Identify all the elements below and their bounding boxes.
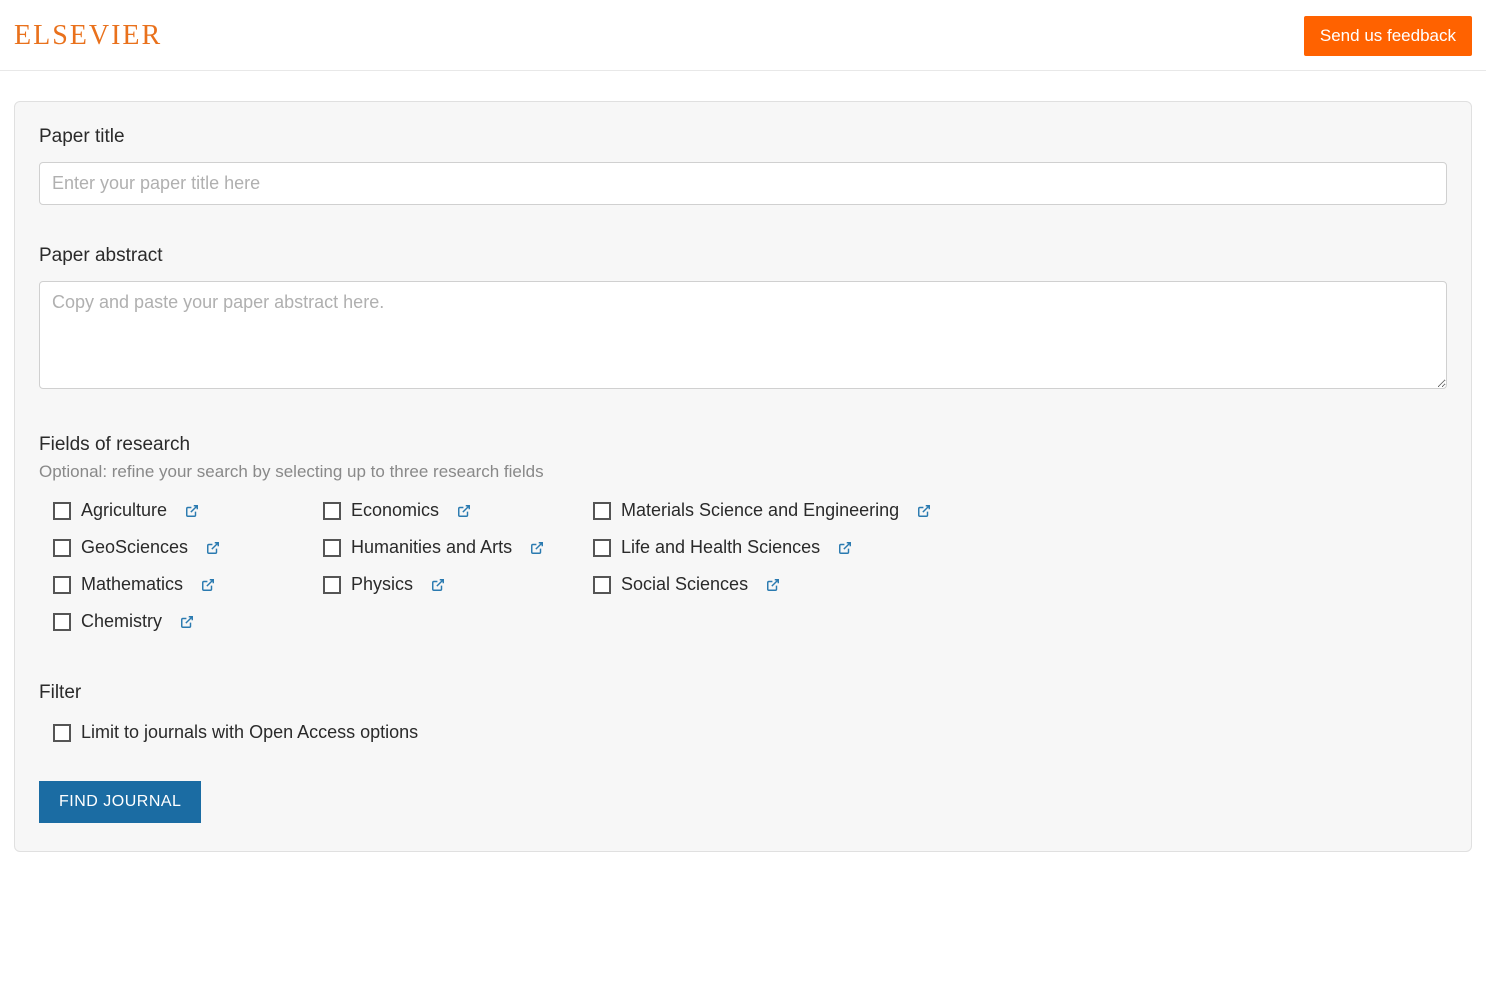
external-link-icon[interactable] <box>530 541 544 555</box>
field-label: Materials Science and Engineering <box>621 500 899 521</box>
main-content: Paper title Paper abstract Fields of res… <box>0 71 1486 882</box>
paper-abstract-label: Paper abstract <box>39 245 1447 267</box>
field-geosciences[interactable]: GeoSciences <box>53 537 323 558</box>
field-chemistry[interactable]: Chemistry <box>53 611 323 632</box>
paper-title-label: Paper title <box>39 126 1447 148</box>
external-link-icon[interactable] <box>206 541 220 555</box>
field-label: Humanities and Arts <box>351 537 512 558</box>
form-panel: Paper title Paper abstract Fields of res… <box>14 101 1472 852</box>
paper-abstract-input[interactable] <box>39 281 1447 389</box>
checkbox-icon <box>53 613 71 631</box>
checkbox-icon <box>53 576 71 594</box>
fields-column-2: Economics Humanities and Arts Physics <box>323 500 593 648</box>
checkbox-icon <box>53 724 71 742</box>
filter-label: Filter <box>39 682 1447 704</box>
checkbox-icon <box>53 539 71 557</box>
field-label: Economics <box>351 500 439 521</box>
field-label: Life and Health Sciences <box>621 537 820 558</box>
fields-of-research-section: Fields of research Optional: refine your… <box>39 434 1447 648</box>
field-label: Mathematics <box>81 574 183 595</box>
filter-option-label: Limit to journals with Open Access optio… <box>81 722 418 743</box>
field-label: Agriculture <box>81 500 167 521</box>
external-link-icon[interactable] <box>431 578 445 592</box>
checkbox-icon <box>593 502 611 520</box>
field-label: Chemistry <box>81 611 162 632</box>
fields-label: Fields of research <box>39 434 1447 456</box>
external-link-icon[interactable] <box>838 541 852 555</box>
external-link-icon[interactable] <box>766 578 780 592</box>
paper-title-input[interactable] <box>39 162 1447 205</box>
find-journal-button[interactable]: FIND JOURNAL <box>39 781 201 823</box>
field-economics[interactable]: Economics <box>323 500 593 521</box>
field-label: Social Sciences <box>621 574 748 595</box>
elsevier-logo: ELSEVIER <box>14 20 162 52</box>
external-link-icon[interactable] <box>180 615 194 629</box>
checkbox-icon <box>323 502 341 520</box>
checkbox-icon <box>323 576 341 594</box>
header: ELSEVIER Send us feedback <box>0 0 1486 71</box>
external-link-icon[interactable] <box>457 504 471 518</box>
checkbox-icon <box>593 539 611 557</box>
field-physics[interactable]: Physics <box>323 574 593 595</box>
paper-abstract-group: Paper abstract <box>39 245 1447 394</box>
checkbox-icon <box>593 576 611 594</box>
fields-subtext: Optional: refine your search by selectin… <box>39 462 1447 482</box>
filter-section: Filter Limit to journals with Open Acces… <box>39 682 1447 743</box>
field-life-health-sciences[interactable]: Life and Health Sciences <box>593 537 931 558</box>
checkbox-icon <box>53 502 71 520</box>
paper-title-group: Paper title <box>39 126 1447 205</box>
filter-open-access[interactable]: Limit to journals with Open Access optio… <box>39 722 1447 743</box>
field-agriculture[interactable]: Agriculture <box>53 500 323 521</box>
field-social-sciences[interactable]: Social Sciences <box>593 574 931 595</box>
field-materials-science[interactable]: Materials Science and Engineering <box>593 500 931 521</box>
external-link-icon[interactable] <box>201 578 215 592</box>
field-label: Physics <box>351 574 413 595</box>
fields-column-3: Materials Science and Engineering Life a… <box>593 500 931 648</box>
field-humanities-arts[interactable]: Humanities and Arts <box>323 537 593 558</box>
send-feedback-button[interactable]: Send us feedback <box>1304 16 1472 56</box>
fields-column-1: Agriculture GeoSciences Mathematics <box>53 500 323 648</box>
field-label: GeoSciences <box>81 537 188 558</box>
checkbox-icon <box>323 539 341 557</box>
external-link-icon[interactable] <box>917 504 931 518</box>
field-mathematics[interactable]: Mathematics <box>53 574 323 595</box>
fields-columns: Agriculture GeoSciences Mathematics <box>39 500 1447 648</box>
external-link-icon[interactable] <box>185 504 199 518</box>
